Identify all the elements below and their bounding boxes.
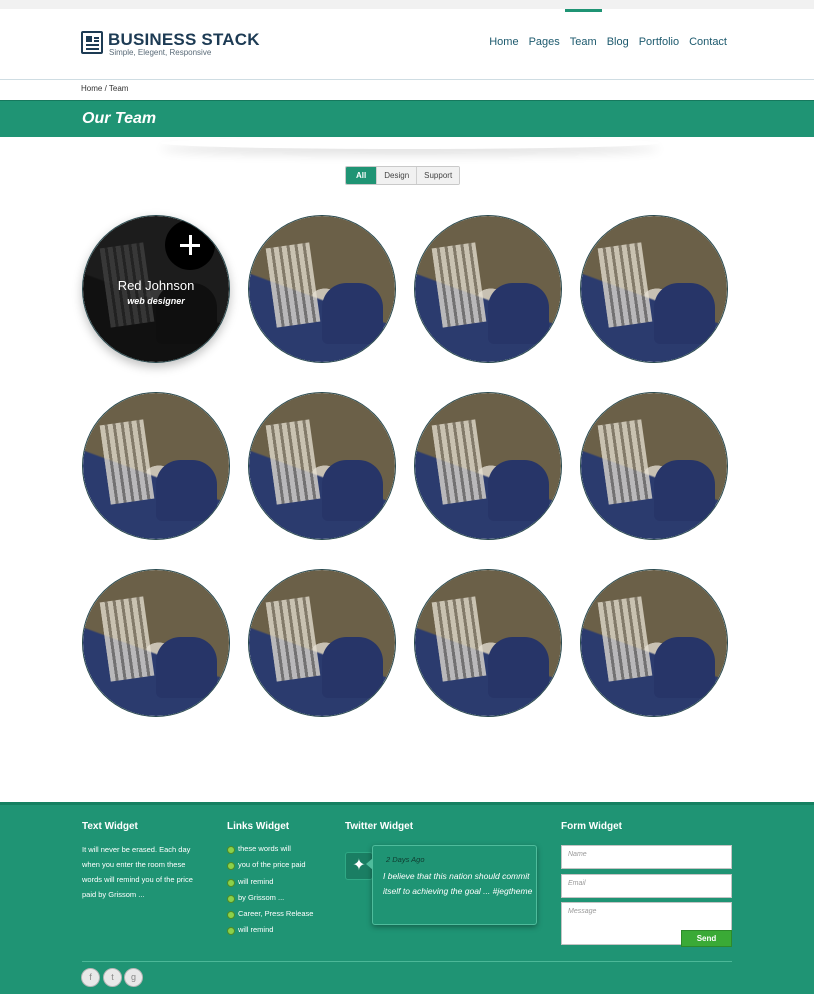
plus-icon[interactable] bbox=[165, 220, 215, 270]
member-photo bbox=[415, 570, 561, 716]
logo-title[interactable]: BUSINESS STACK bbox=[108, 30, 260, 50]
tweet-text[interactable]: I believe that this nation should commit… bbox=[383, 869, 533, 899]
logo-tagline: Simple, Elegent, Responsive bbox=[109, 48, 212, 57]
newspaper-logo-icon bbox=[81, 31, 103, 54]
nav-contact[interactable]: Contact bbox=[684, 9, 732, 79]
main-nav: Home Pages Team Blog Portfolio Contact bbox=[484, 9, 732, 79]
member-photo bbox=[415, 393, 561, 539]
team-member[interactable] bbox=[248, 215, 396, 363]
name-field[interactable]: Name bbox=[561, 845, 732, 869]
team-member[interactable] bbox=[414, 569, 562, 717]
team-member[interactable] bbox=[580, 215, 728, 363]
top-strip bbox=[0, 0, 814, 9]
team-member[interactable] bbox=[414, 215, 562, 363]
member-photo bbox=[249, 216, 395, 362]
twitter-widget-title: Twitter Widget bbox=[345, 821, 414, 832]
member-photo bbox=[581, 216, 727, 362]
member-name: Red Johnson bbox=[117, 278, 195, 293]
facebook-icon[interactable]: f bbox=[81, 968, 100, 987]
send-button[interactable]: Send bbox=[681, 930, 732, 947]
google-plus-icon[interactable]: g bbox=[124, 968, 143, 987]
team-member[interactable] bbox=[580, 392, 728, 540]
nav-home[interactable]: Home bbox=[484, 9, 523, 79]
nav-blog[interactable]: Blog bbox=[602, 9, 634, 79]
footer-link[interactable]: will remind bbox=[227, 922, 313, 938]
team-member[interactable] bbox=[248, 392, 396, 540]
form-widget-title: Form Widget bbox=[561, 821, 623, 832]
team-grid: Red Johnson web designer bbox=[82, 215, 732, 717]
twitter-icon[interactable]: t bbox=[103, 968, 122, 987]
breadcrumb-current: Team bbox=[108, 84, 129, 93]
text-widget-body: It will never be erased. Each day when y… bbox=[82, 845, 193, 899]
team-filter: All Design Support bbox=[345, 166, 461, 185]
footer-link[interactable]: you of the price paid bbox=[227, 857, 313, 873]
header-divider bbox=[0, 79, 814, 80]
email-field[interactable]: Email bbox=[561, 874, 732, 898]
links-widget-title: Links Widget bbox=[227, 821, 290, 832]
tweet-date: 2 Days Ago bbox=[386, 855, 425, 864]
page-title: Our Team bbox=[82, 110, 157, 127]
team-member[interactable] bbox=[248, 569, 396, 717]
site-footer: Text Widget It will never be erased. Eac… bbox=[0, 802, 814, 994]
nav-team[interactable]: Team bbox=[564, 9, 602, 79]
member-photo bbox=[581, 570, 727, 716]
nav-portfolio[interactable]: Portfolio bbox=[634, 9, 684, 79]
member-photo bbox=[415, 216, 561, 362]
links-list: these words will you of the price paid w… bbox=[227, 841, 313, 939]
team-member[interactable] bbox=[82, 569, 230, 717]
title-bar-shadow bbox=[160, 137, 660, 149]
site-header: BUSINESS STACK Simple, Elegent, Responsi… bbox=[0, 9, 814, 79]
team-member[interactable] bbox=[414, 392, 562, 540]
member-photo bbox=[581, 393, 727, 539]
text-widget-title: Text Widget bbox=[82, 821, 138, 832]
footer-link[interactable]: will remind bbox=[227, 874, 313, 890]
tweet-bubble: 2 Days Ago I believe that this nation sh… bbox=[366, 845, 537, 925]
team-member[interactable] bbox=[580, 569, 728, 717]
team-member[interactable] bbox=[82, 392, 230, 540]
member-photo bbox=[83, 393, 229, 539]
filter-design[interactable]: Design bbox=[376, 167, 417, 184]
footer-link[interactable]: these words will bbox=[227, 841, 313, 857]
member-role: web designer bbox=[127, 296, 185, 306]
breadcrumb: Home / Team bbox=[81, 84, 128, 93]
member-photo bbox=[83, 570, 229, 716]
filter-support[interactable]: Support bbox=[416, 167, 460, 184]
member-photo bbox=[249, 570, 395, 716]
footer-link[interactable]: by Grissom ... bbox=[227, 890, 313, 906]
breadcrumb-separator: / bbox=[104, 84, 107, 93]
team-member-featured[interactable]: Red Johnson web designer bbox=[82, 215, 230, 363]
footer-link[interactable]: Career, Press Release bbox=[227, 906, 313, 922]
footer-divider bbox=[82, 961, 732, 962]
member-photo bbox=[249, 393, 395, 539]
page-title-bar: Our Team bbox=[0, 100, 814, 137]
breadcrumb-home[interactable]: Home bbox=[81, 84, 102, 93]
filter-all[interactable]: All bbox=[346, 167, 377, 184]
nav-pages[interactable]: Pages bbox=[524, 9, 565, 79]
